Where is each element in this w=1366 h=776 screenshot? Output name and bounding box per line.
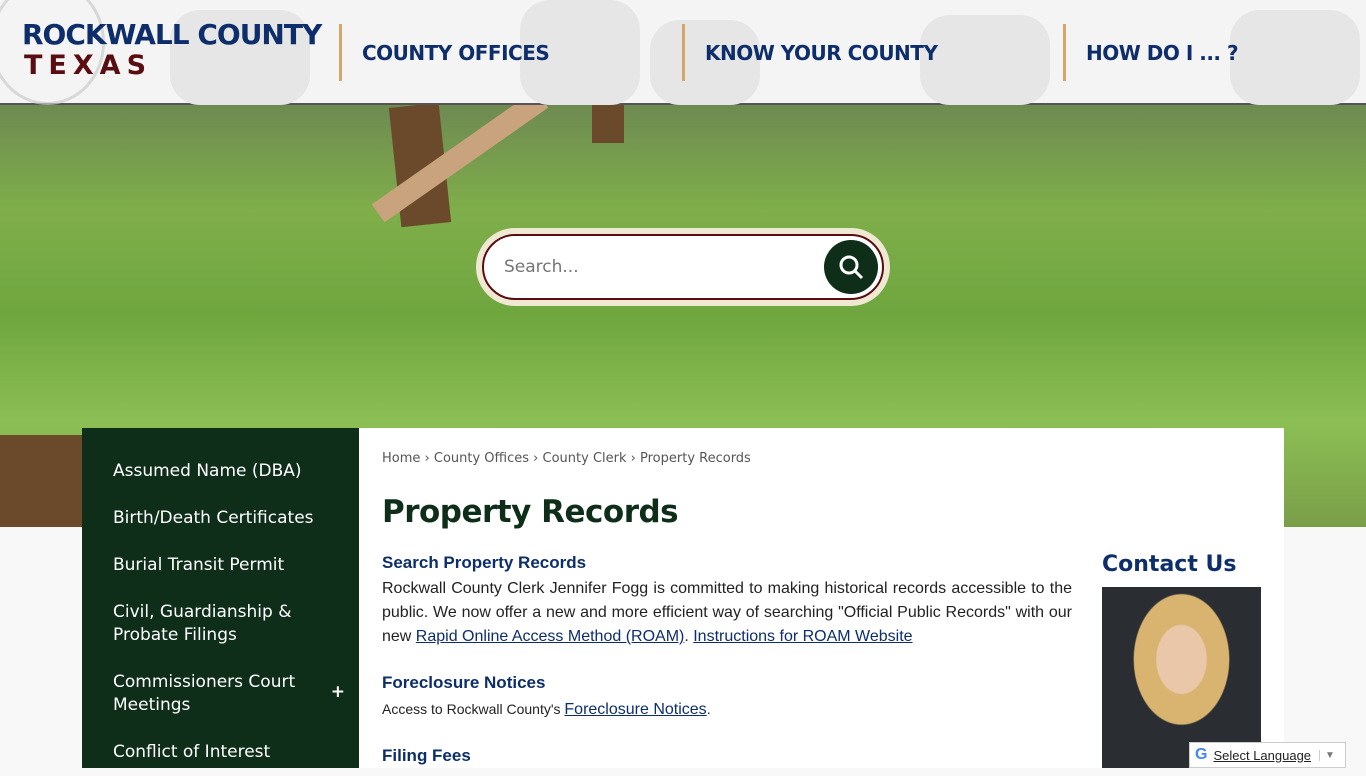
sidebar-item-conflict-of-interest[interactable]: Conflict of Interest [82, 729, 359, 776]
sidebar-item-commissioners-court[interactable]: Commissioners Court Meetings + [82, 659, 359, 729]
sidebar-item-burial-transit[interactable]: Burial Transit Permit [82, 542, 359, 589]
foreclosure-notices-link[interactable]: Foreclosure Notices [564, 701, 706, 718]
logo-subtitle[interactable]: TEXAS [24, 50, 152, 81]
breadcrumb-separator: › [630, 451, 636, 466]
sidebar-nav: Assumed Name (DBA) Birth/Death Certifica… [82, 428, 359, 768]
nav-how-do-i[interactable]: HOW DO I ... ? [1063, 24, 1239, 81]
sidebar-item-label: Burial Transit Permit [113, 555, 285, 575]
nav-county-offices[interactable]: COUNTY OFFICES [339, 24, 550, 81]
section-text: Access to Rockwall County's [382, 701, 565, 717]
search-box [476, 228, 890, 306]
search-icon [839, 255, 864, 280]
sidebar-item-assumed-name[interactable]: Assumed Name (DBA) [82, 448, 359, 495]
search-input[interactable] [504, 257, 824, 277]
sidebar-item-label: Civil, Guardianship & Probate Filings [113, 602, 292, 645]
breadcrumb-separator: › [424, 451, 430, 466]
breadcrumb-county-offices[interactable]: County Offices [434, 451, 529, 466]
site-header: ROCKWALL COUNTY TEXAS COUNTY OFFICES KNO… [0, 0, 1366, 105]
sidebar-item-civil-filings[interactable]: Civil, Guardianship & Probate Filings [82, 589, 359, 659]
logo-title[interactable]: ROCKWALL COUNTY [22, 18, 322, 51]
sidebar-item-label: Birth/Death Certificates [113, 508, 314, 528]
breadcrumb-current: Property Records [640, 451, 751, 466]
dropdown-arrow-icon[interactable]: ▼ [1319, 749, 1335, 761]
translate-widget[interactable]: G Select Language ▼ [1189, 742, 1346, 768]
roam-instructions-link[interactable]: Instructions for ROAM Website [693, 628, 912, 645]
search-button[interactable] [824, 240, 878, 294]
page-title: Property Records [382, 494, 679, 530]
sidebar-item-label: Commissioners Court Meetings [113, 672, 296, 715]
sidebar-item-label: Conflict of Interest [113, 742, 271, 762]
select-language-link[interactable]: Select Language [1213, 748, 1311, 763]
section-text: . [706, 701, 711, 717]
section-heading: Filing Fees [382, 746, 471, 765]
breadcrumb-separator: › [533, 451, 539, 466]
contact-us-heading: Contact Us [1102, 552, 1237, 577]
sidebar-item-birth-death[interactable]: Birth/Death Certificates [82, 495, 359, 542]
county-clerk-photo [1102, 587, 1261, 768]
expand-icon[interactable]: + [331, 681, 345, 704]
breadcrumb-home[interactable]: Home [382, 451, 420, 466]
roam-link[interactable]: Rapid Online Access Method (ROAM) [416, 628, 685, 645]
breadcrumb-county-clerk[interactable]: County Clerk [543, 451, 627, 466]
sidebar-item-label: Assumed Name (DBA) [113, 461, 302, 481]
section-text: . [684, 628, 694, 645]
section-heading: Search Property Records [382, 553, 587, 572]
google-icon: G [1195, 746, 1208, 763]
section-heading: Foreclosure Notices [382, 673, 546, 692]
nav-know-your-county[interactable]: KNOW YOUR COUNTY [682, 24, 938, 81]
main-content: Home › County Offices › County Clerk › P… [359, 428, 1284, 768]
breadcrumb: Home › County Offices › County Clerk › P… [382, 451, 751, 466]
